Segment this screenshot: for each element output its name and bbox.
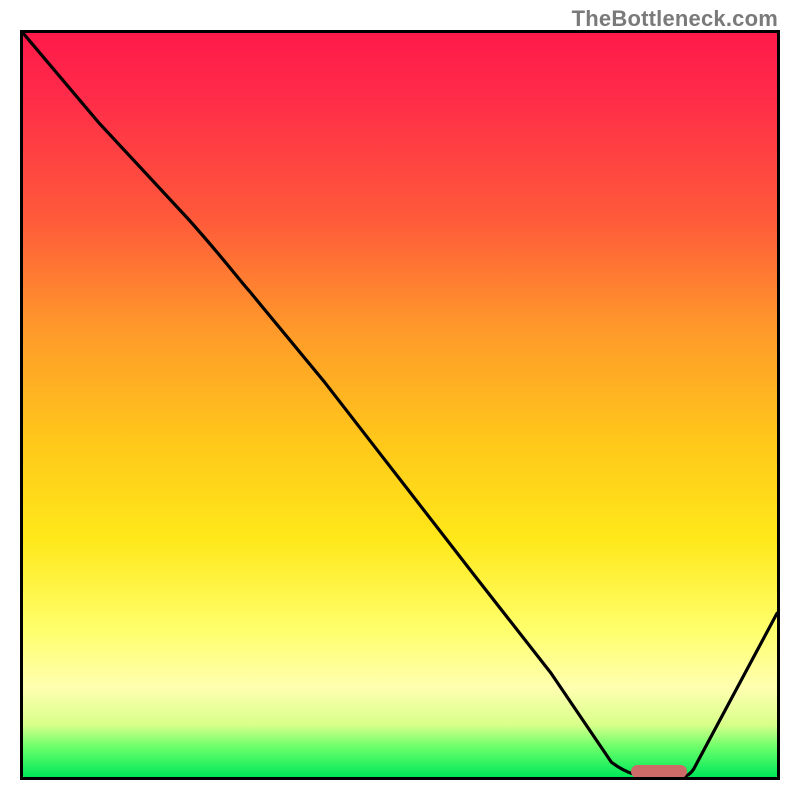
plot-area	[20, 30, 780, 780]
chart-container: TheBottleneck.com	[0, 0, 800, 800]
watermark-text: TheBottleneck.com	[572, 6, 778, 32]
bottleneck-curve	[23, 33, 777, 777]
optimal-range-marker	[631, 765, 687, 778]
